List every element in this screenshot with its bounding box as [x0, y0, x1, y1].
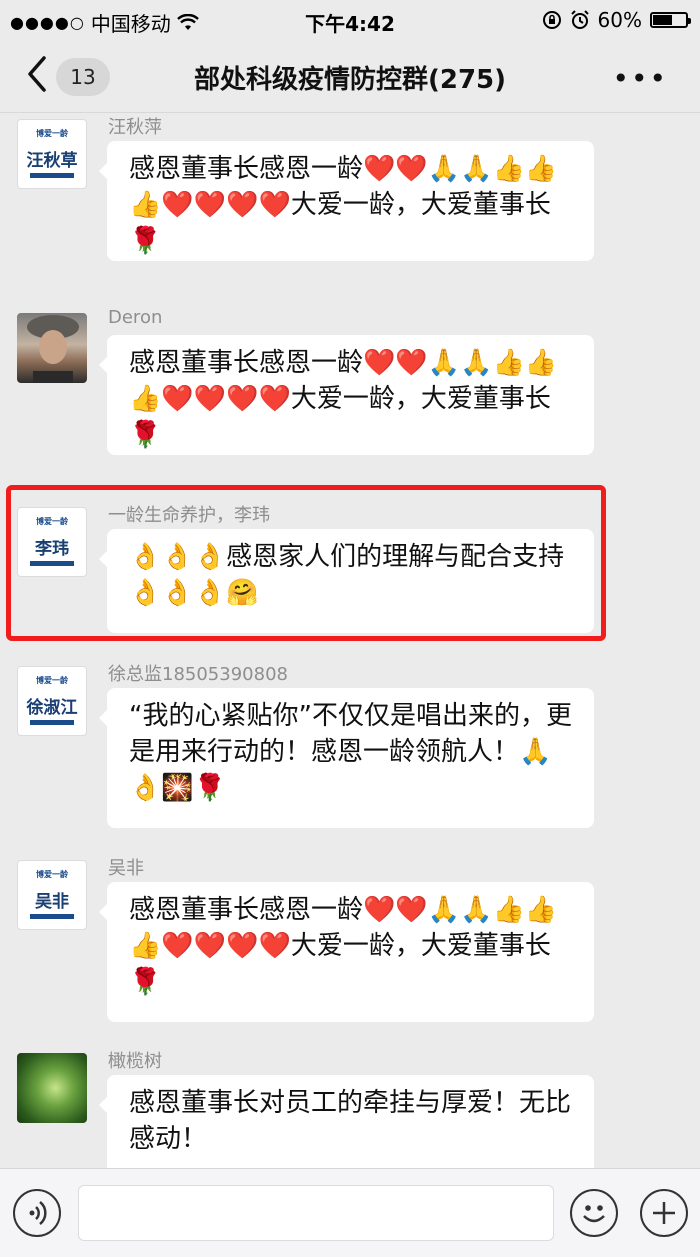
avatar-brand: 博爱一龄: [36, 129, 68, 138]
message-bubble[interactable]: 感恩董事长感恩一龄❤️❤️🙏🙏👍👍👍❤️❤️❤️❤️大爱一龄，大爱董事长🌹: [99, 335, 594, 455]
emoji-button[interactable]: [570, 1189, 618, 1237]
status-right: 60%: [542, 8, 691, 32]
battery-fill: [653, 15, 673, 25]
more-options-button[interactable]: •••: [612, 62, 668, 95]
avatar[interactable]: 博爱一龄 徐淑江: [17, 666, 87, 736]
avatar-bar: [30, 173, 74, 178]
voice-icon: [29, 1201, 47, 1225]
plus-icon: [653, 1202, 675, 1224]
highlight-frame: [6, 485, 606, 641]
alarm-icon: [570, 10, 590, 30]
rotation-lock-icon: [542, 10, 562, 30]
avatar[interactable]: 博爱一龄 吴非: [17, 860, 87, 930]
message-bubble[interactable]: 感恩董事长感恩一龄❤️❤️🙏🙏👍👍👍❤️❤️❤️❤️大爱一龄，大爱董事长🌹: [99, 882, 594, 1022]
input-bar: [0, 1168, 700, 1257]
avatar[interactable]: [17, 313, 87, 383]
voice-input-button[interactable]: [13, 1189, 61, 1237]
status-bar: ●●●●○ 中国移动 下午4:42 60%: [0, 0, 700, 40]
smiley-icon: [583, 1205, 605, 1223]
avatar-bar: [30, 914, 74, 919]
avatar-brand: 博爱一龄: [36, 676, 68, 685]
avatar-brand: 博爱一龄: [36, 870, 68, 879]
battery-percent: 60%: [597, 8, 642, 32]
battery-icon: [650, 12, 691, 28]
avatar[interactable]: 博爱一龄 汪秋草: [17, 119, 87, 189]
message-bubble[interactable]: “我的心紧贴你”不仅仅是唱出来的，更是用来行动的！感恩一龄领航人！🙏👌🎇🌹: [99, 688, 594, 828]
chat-title: 部处科级疫情防控群(275): [193, 65, 507, 95]
sender-name: 徐总监18505390808: [108, 664, 288, 685]
sender-name: 吴非: [108, 858, 144, 879]
sender-name: 汪秋萍: [108, 117, 162, 138]
avatar-name: 汪秋草: [26, 151, 78, 171]
avatar-bar: [30, 720, 74, 725]
avatar-name: 徐淑江: [26, 698, 78, 718]
nav-bar: 13 部处科级疫情防控群(275) •••: [0, 40, 700, 113]
sender-name: 橄榄树: [108, 1051, 162, 1072]
message-bubble[interactable]: 感恩董事长感恩一龄❤️❤️🙏🙏👍👍👍❤️❤️❤️❤️大爱一龄，大爱董事长🌹: [99, 141, 594, 261]
sender-name: Deron: [108, 307, 163, 328]
avatar-name: 吴非: [35, 892, 69, 912]
avatar-photo: [27, 315, 79, 383]
avatar[interactable]: [17, 1053, 87, 1123]
message-bubble[interactable]: 感恩董事长对员工的牵挂与厚爱！无比感动！: [99, 1075, 594, 1168]
add-more-button[interactable]: [640, 1189, 688, 1237]
chat-message-list[interactable]: 博爱一龄 汪秋草 汪秋萍 感恩董事长感恩一龄❤️❤️🙏🙏👍👍👍❤️❤️❤️❤️大…: [0, 113, 700, 1168]
message-input[interactable]: [78, 1185, 554, 1241]
